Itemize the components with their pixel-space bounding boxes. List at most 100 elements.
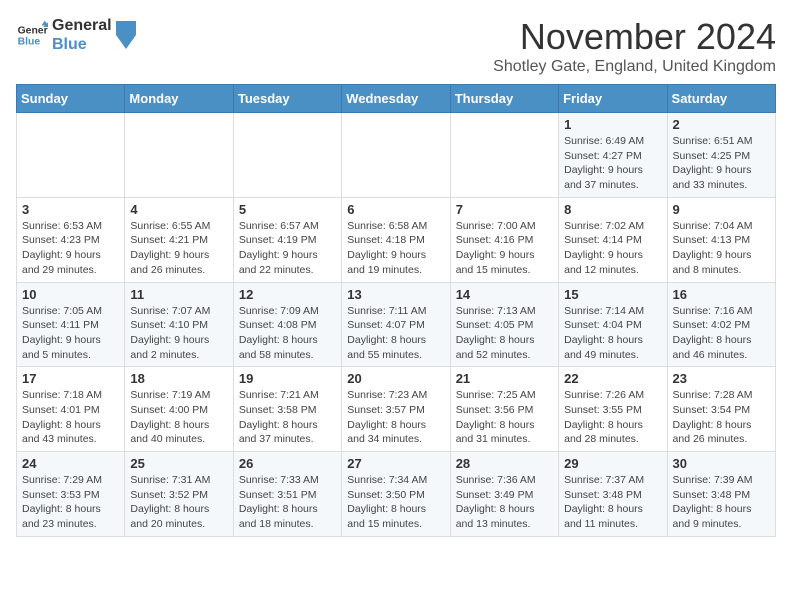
day-info: Sunrise: 6:51 AM Sunset: 4:25 PM Dayligh… xyxy=(673,134,770,193)
day-number: 23 xyxy=(673,371,770,386)
header: General Blue General Blue November 2024 … xyxy=(16,16,776,76)
day-info: Sunrise: 7:07 AM Sunset: 4:10 PM Dayligh… xyxy=(130,304,227,363)
day-number: 20 xyxy=(347,371,444,386)
weekday-header-friday: Friday xyxy=(559,85,667,113)
calendar-cell: 16 Sunrise: 7:16 AM Sunset: 4:02 PM Dayli… xyxy=(667,282,775,367)
day-info: Sunrise: 7:02 AM Sunset: 4:14 PM Dayligh… xyxy=(564,219,661,278)
day-info: Sunrise: 7:26 AM Sunset: 3:55 PM Dayligh… xyxy=(564,388,661,447)
day-info: Sunrise: 7:39 AM Sunset: 3:48 PM Dayligh… xyxy=(673,473,770,532)
weekday-header-wednesday: Wednesday xyxy=(342,85,450,113)
calendar-cell: 17Sunrise: 7:18 AM Sunset: 4:01 PM Dayli… xyxy=(17,367,125,452)
week-row-1: 1 Sunrise: 6:49 AM Sunset: 4:27 PM Daylig… xyxy=(17,113,776,198)
calendar-cell: 6 Sunrise: 6:58 AM Sunset: 4:18 PM Daylig… xyxy=(342,197,450,282)
location-subtitle: Shotley Gate, England, United Kingdom xyxy=(493,58,776,76)
calendar-cell: 8 Sunrise: 7:02 AM Sunset: 4:14 PM Daylig… xyxy=(559,197,667,282)
calendar-cell: 5 Sunrise: 6:57 AM Sunset: 4:19 PM Daylig… xyxy=(233,197,341,282)
day-number: 14 xyxy=(456,287,553,302)
day-info: Sunrise: 7:05 AM Sunset: 4:11 PM Dayligh… xyxy=(22,304,119,363)
day-info: Sunrise: 6:57 AM Sunset: 4:19 PM Dayligh… xyxy=(239,219,336,278)
calendar-cell: 11Sunrise: 7:07 AM Sunset: 4:10 PM Dayli… xyxy=(125,282,233,367)
day-info: Sunrise: 7:29 AM Sunset: 3:53 PM Dayligh… xyxy=(22,473,119,532)
weekday-header-monday: Monday xyxy=(125,85,233,113)
day-number: 5 xyxy=(239,202,336,217)
day-info: Sunrise: 7:37 AM Sunset: 3:48 PM Dayligh… xyxy=(564,473,661,532)
logo: General Blue General Blue xyxy=(16,16,136,54)
day-number: 2 xyxy=(673,117,770,132)
day-number: 7 xyxy=(456,202,553,217)
week-row-2: 3Sunrise: 6:53 AM Sunset: 4:23 PM Daylig… xyxy=(17,197,776,282)
day-number: 15 xyxy=(564,287,661,302)
weekday-header-saturday: Saturday xyxy=(667,85,775,113)
calendar-cell: 27 Sunrise: 7:34 AM Sunset: 3:50 PM Dayli… xyxy=(342,452,450,537)
day-number: 6 xyxy=(347,202,444,217)
day-info: Sunrise: 7:00 AM Sunset: 4:16 PM Dayligh… xyxy=(456,219,553,278)
day-number: 1 xyxy=(564,117,661,132)
day-number: 3 xyxy=(22,202,119,217)
calendar-cell: 19 Sunrise: 7:21 AM Sunset: 3:58 PM Dayli… xyxy=(233,367,341,452)
day-number: 12 xyxy=(239,287,336,302)
svg-text:Blue: Blue xyxy=(18,37,41,48)
day-number: 18 xyxy=(130,371,227,386)
weekday-header-thursday: Thursday xyxy=(450,85,558,113)
day-number: 16 xyxy=(673,287,770,302)
weekday-header-sunday: Sunday xyxy=(17,85,125,113)
day-info: Sunrise: 6:49 AM Sunset: 4:27 PM Dayligh… xyxy=(564,134,661,193)
day-number: 29 xyxy=(564,456,661,471)
weekday-header-row: SundayMondayTuesdayWednesdayThursdayFrid… xyxy=(17,85,776,113)
calendar-cell: 25 Sunrise: 7:31 AM Sunset: 3:52 PM Dayli… xyxy=(125,452,233,537)
day-info: Sunrise: 7:23 AM Sunset: 3:57 PM Dayligh… xyxy=(347,388,444,447)
day-number: 19 xyxy=(239,371,336,386)
week-row-4: 17Sunrise: 7:18 AM Sunset: 4:01 PM Dayli… xyxy=(17,367,776,452)
calendar-cell: 26 Sunrise: 7:33 AM Sunset: 3:51 PM Dayli… xyxy=(233,452,341,537)
day-info: Sunrise: 6:58 AM Sunset: 4:18 PM Dayligh… xyxy=(347,219,444,278)
day-number: 25 xyxy=(130,456,227,471)
day-info: Sunrise: 7:31 AM Sunset: 3:52 PM Dayligh… xyxy=(130,473,227,532)
calendar-cell xyxy=(125,113,233,198)
week-row-3: 10 Sunrise: 7:05 AM Sunset: 4:11 PM Dayli… xyxy=(17,282,776,367)
day-number: 13 xyxy=(347,287,444,302)
day-number: 10 xyxy=(22,287,119,302)
day-number: 28 xyxy=(456,456,553,471)
calendar-cell: 9 Sunrise: 7:04 AM Sunset: 4:13 PM Daylig… xyxy=(667,197,775,282)
calendar-cell: 12 Sunrise: 7:09 AM Sunset: 4:08 PM Dayli… xyxy=(233,282,341,367)
title-block: November 2024 Shotley Gate, England, Uni… xyxy=(493,16,776,76)
svg-text:General: General xyxy=(18,26,48,37)
day-info: Sunrise: 7:16 AM Sunset: 4:02 PM Dayligh… xyxy=(673,304,770,363)
logo-general: General xyxy=(52,16,112,35)
calendar-cell: 29 Sunrise: 7:37 AM Sunset: 3:48 PM Dayli… xyxy=(559,452,667,537)
calendar-cell: 13Sunrise: 7:11 AM Sunset: 4:07 PM Dayli… xyxy=(342,282,450,367)
calendar-cell: 30 Sunrise: 7:39 AM Sunset: 3:48 PM Dayli… xyxy=(667,452,775,537)
day-info: Sunrise: 7:04 AM Sunset: 4:13 PM Dayligh… xyxy=(673,219,770,278)
calendar-cell: 1 Sunrise: 6:49 AM Sunset: 4:27 PM Daylig… xyxy=(559,113,667,198)
logo-blue: Blue xyxy=(52,35,112,54)
calendar-cell: 3Sunrise: 6:53 AM Sunset: 4:23 PM Daylig… xyxy=(17,197,125,282)
day-number: 26 xyxy=(239,456,336,471)
day-number: 4 xyxy=(130,202,227,217)
day-number: 9 xyxy=(673,202,770,217)
calendar-cell xyxy=(450,113,558,198)
day-number: 30 xyxy=(673,456,770,471)
calendar-cell xyxy=(233,113,341,198)
calendar-cell: 24 Sunrise: 7:29 AM Sunset: 3:53 PM Dayli… xyxy=(17,452,125,537)
day-info: Sunrise: 7:21 AM Sunset: 3:58 PM Dayligh… xyxy=(239,388,336,447)
weekday-header-tuesday: Tuesday xyxy=(233,85,341,113)
day-number: 21 xyxy=(456,371,553,386)
month-title: November 2024 xyxy=(493,16,776,58)
day-number: 27 xyxy=(347,456,444,471)
day-number: 24 xyxy=(22,456,119,471)
day-info: Sunrise: 7:19 AM Sunset: 4:00 PM Dayligh… xyxy=(130,388,227,447)
calendar-cell: 2 Sunrise: 6:51 AM Sunset: 4:25 PM Daylig… xyxy=(667,113,775,198)
day-info: Sunrise: 7:33 AM Sunset: 3:51 PM Dayligh… xyxy=(239,473,336,532)
calendar-cell: 4Sunrise: 6:55 AM Sunset: 4:21 PM Daylig… xyxy=(125,197,233,282)
calendar-cell: 18 Sunrise: 7:19 AM Sunset: 4:00 PM Dayli… xyxy=(125,367,233,452)
day-number: 8 xyxy=(564,202,661,217)
calendar-cell: 15Sunrise: 7:14 AM Sunset: 4:04 PM Dayli… xyxy=(559,282,667,367)
day-info: Sunrise: 7:34 AM Sunset: 3:50 PM Dayligh… xyxy=(347,473,444,532)
day-info: Sunrise: 7:36 AM Sunset: 3:49 PM Dayligh… xyxy=(456,473,553,532)
calendar-cell: 20 Sunrise: 7:23 AM Sunset: 3:57 PM Dayli… xyxy=(342,367,450,452)
calendar-cell: 7 Sunrise: 7:00 AM Sunset: 4:16 PM Daylig… xyxy=(450,197,558,282)
day-info: Sunrise: 7:28 AM Sunset: 3:54 PM Dayligh… xyxy=(673,388,770,447)
day-info: Sunrise: 7:09 AM Sunset: 4:08 PM Dayligh… xyxy=(239,304,336,363)
logo-icon: General Blue xyxy=(16,19,48,51)
calendar-table: SundayMondayTuesdayWednesdayThursdayFrid… xyxy=(16,84,776,537)
